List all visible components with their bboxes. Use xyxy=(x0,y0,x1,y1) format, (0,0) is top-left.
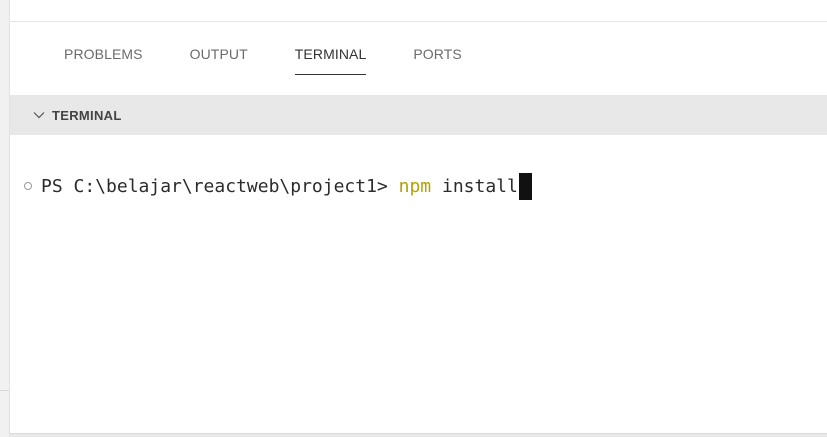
terminal-input-line[interactable]: PS C:\belajar\reactweb\project1> npm ins… xyxy=(24,172,532,200)
terminal-panel: PROBLEMS OUTPUT TERMINAL PORTS TERMINAL … xyxy=(0,0,827,437)
left-rail-divider xyxy=(0,390,9,391)
section-title: TERMINAL xyxy=(52,107,122,123)
tab-ports[interactable]: PORTS xyxy=(413,46,461,75)
text-cursor xyxy=(518,172,532,200)
terminal-arguments: install xyxy=(431,175,518,197)
terminal-section-header[interactable]: TERMINAL xyxy=(10,95,827,135)
tab-problems[interactable]: PROBLEMS xyxy=(64,46,143,75)
chevron-down-icon xyxy=(33,112,45,119)
panel-bottom-border xyxy=(10,433,827,437)
left-rail xyxy=(0,0,10,437)
tab-output[interactable]: OUTPUT xyxy=(190,46,248,75)
terminal-command: npm xyxy=(398,175,432,197)
tab-terminal[interactable]: TERMINAL xyxy=(294,46,367,75)
circle-outline-icon xyxy=(24,182,32,190)
panel-top-border xyxy=(10,21,827,22)
panel-tabs: PROBLEMS OUTPUT TERMINAL PORTS xyxy=(64,46,509,86)
terminal-prompt: PS C:\belajar\reactweb\project1> xyxy=(41,175,399,197)
